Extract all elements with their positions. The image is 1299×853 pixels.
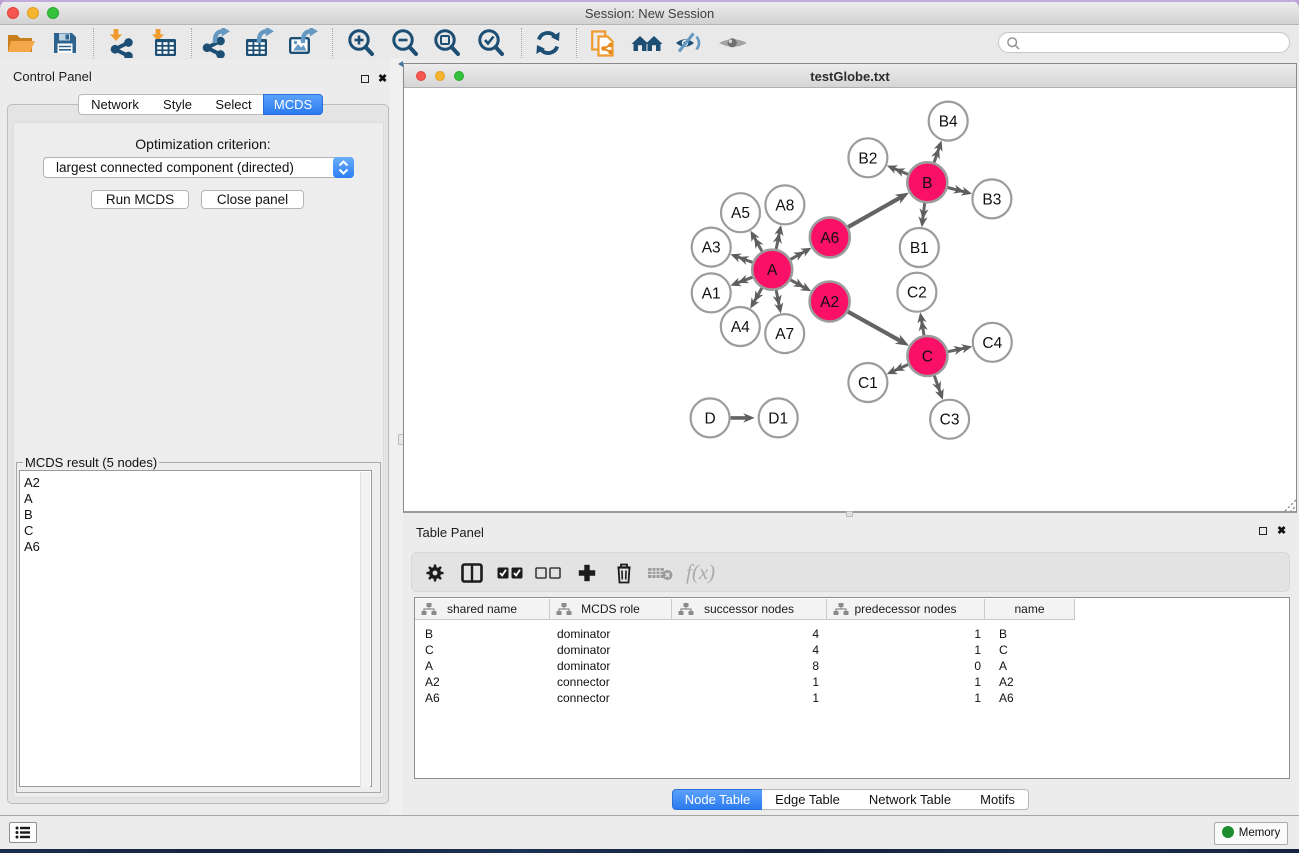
svg-text:D: D — [704, 410, 715, 427]
svg-text:D1: D1 — [768, 410, 788, 427]
svg-text:A2: A2 — [820, 294, 839, 311]
svg-text:B2: B2 — [858, 150, 877, 167]
svg-text:C3: C3 — [940, 412, 960, 429]
svg-text:C4: C4 — [982, 335, 1002, 352]
svg-text:B: B — [922, 175, 932, 192]
svg-text:A3: A3 — [702, 240, 721, 257]
svg-text:C2: C2 — [907, 285, 927, 302]
svg-text:A4: A4 — [731, 319, 750, 336]
svg-text:C1: C1 — [858, 375, 878, 392]
svg-text:A8: A8 — [775, 197, 794, 214]
svg-text:A5: A5 — [731, 205, 750, 222]
svg-text:A: A — [767, 262, 778, 279]
svg-text:B4: B4 — [939, 114, 958, 131]
svg-text:B3: B3 — [982, 191, 1001, 208]
svg-text:C: C — [922, 349, 933, 366]
svg-text:A7: A7 — [775, 326, 794, 343]
svg-text:B1: B1 — [910, 240, 929, 257]
svg-text:A1: A1 — [702, 285, 721, 302]
svg-text:A6: A6 — [820, 230, 839, 247]
